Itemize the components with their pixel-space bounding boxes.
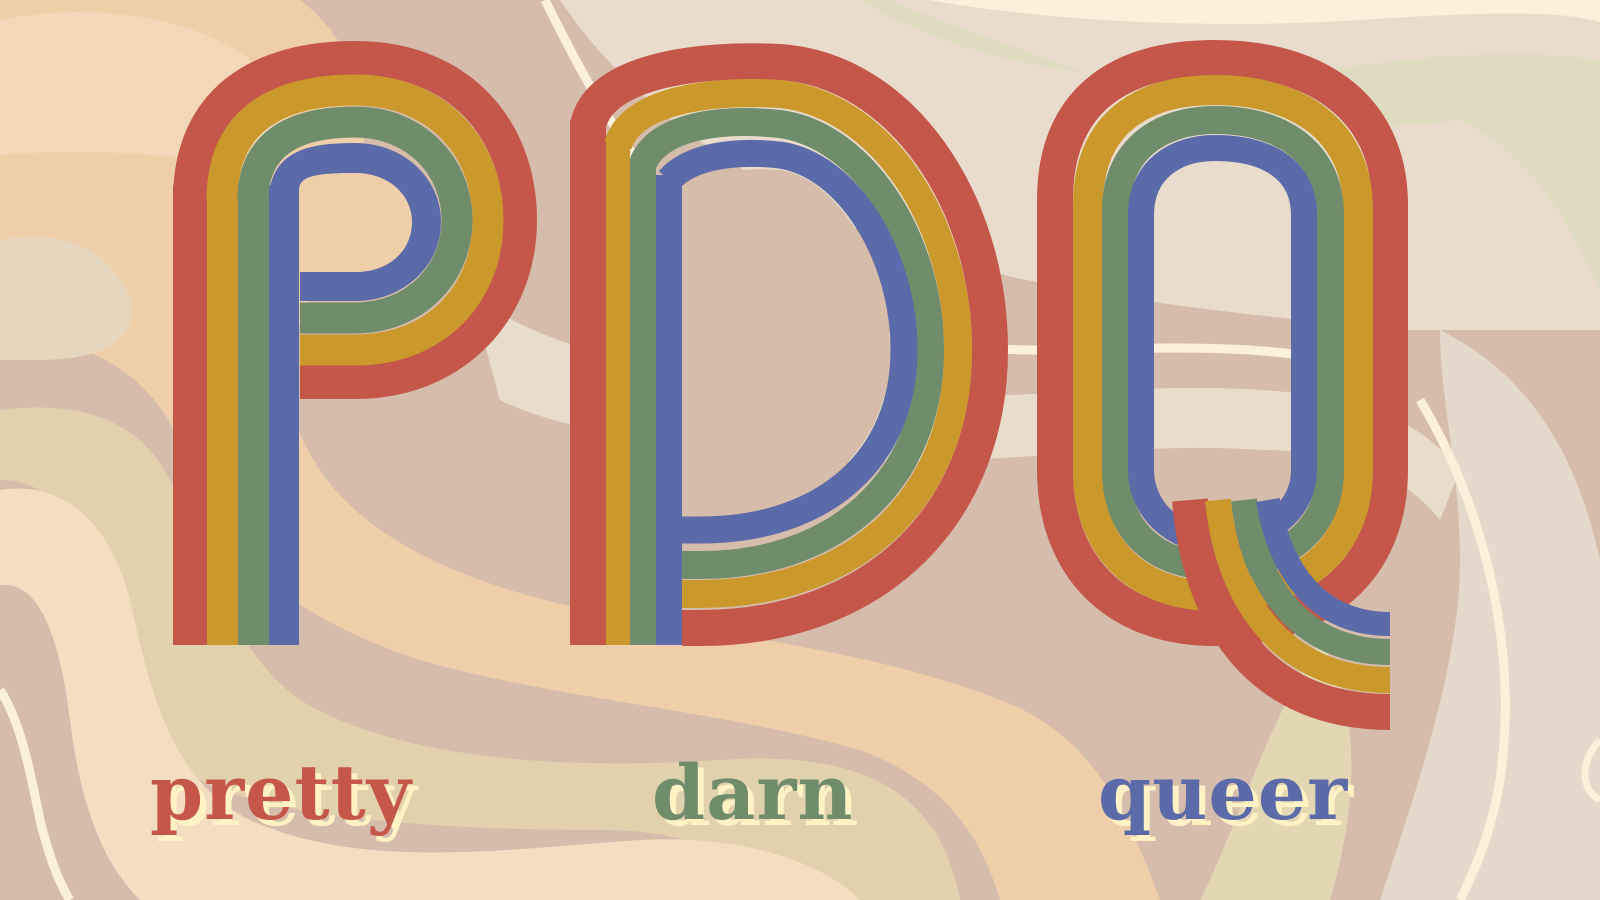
tagline-word-text: queer <box>1098 748 1348 837</box>
tagline-word-text: pretty <box>150 748 413 837</box>
tagline-word-queer: queer queer <box>1098 748 1353 843</box>
tagline-word-pretty: pretty pretty <box>150 748 418 843</box>
tagline: pretty pretty darn darn queer queer <box>150 748 1353 843</box>
letter-p-stem <box>173 185 299 645</box>
tagline-word-text: darn <box>652 748 854 837</box>
letter-p-counter <box>299 173 412 272</box>
tagline-word-darn: darn darn <box>652 748 859 843</box>
pdq-poster: pretty pretty darn darn queer queer <box>0 0 1600 900</box>
letter-d-stem <box>570 120 682 645</box>
